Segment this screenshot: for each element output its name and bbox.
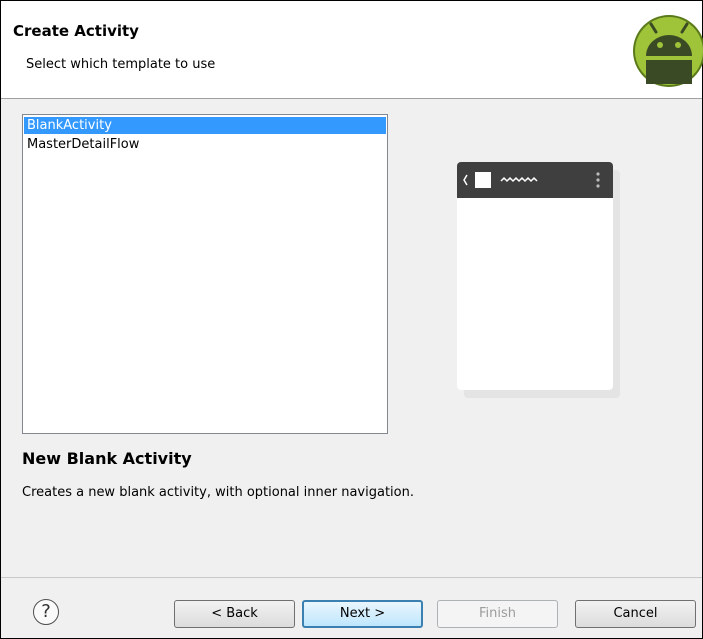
overflow-menu-icon (596, 172, 600, 176)
next-button[interactable]: Next > (302, 600, 423, 628)
title-squiggle-icon (500, 176, 538, 183)
template-preview (457, 162, 613, 390)
help-icon[interactable]: ? (33, 599, 59, 625)
android-logo-icon (633, 15, 703, 87)
create-activity-dialog: Create Activity Select which template to… (0, 0, 703, 639)
list-item-master-detail-flow[interactable]: MasterDetailFlow (24, 136, 386, 153)
list-item-blank-activity[interactable]: BlankActivity (24, 117, 386, 134)
preview-action-bar-icons (463, 172, 600, 188)
page-title: Create Activity (13, 22, 139, 40)
back-chevron-icon (463, 174, 468, 186)
wizard-header: Create Activity Select which template to… (1, 1, 703, 99)
footer-divider (1, 577, 702, 578)
template-description-title: New Blank Activity (22, 449, 192, 468)
cancel-button[interactable]: Cancel (575, 600, 696, 628)
page-subtitle: Select which template to use (26, 57, 216, 72)
app-icon (475, 172, 491, 188)
finish-button: Finish (437, 600, 558, 628)
back-button[interactable]: < Back (174, 600, 295, 628)
template-list[interactable]: BlankActivity MasterDetailFlow (22, 114, 388, 434)
template-description-text: Creates a new blank activity, with optio… (22, 485, 414, 500)
preview-action-bar (457, 162, 613, 198)
